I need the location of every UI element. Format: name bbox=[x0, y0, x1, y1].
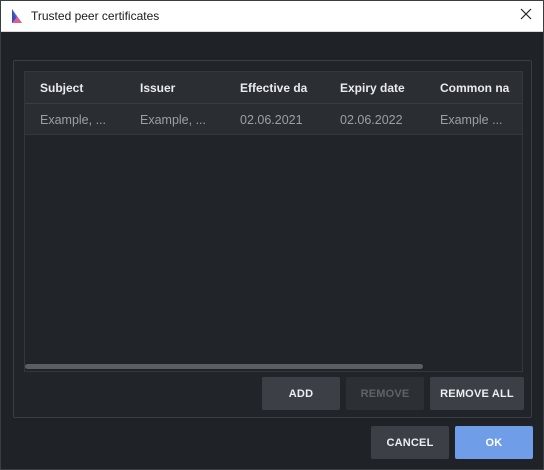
add-button[interactable]: ADD bbox=[262, 377, 340, 410]
horizontal-scrollbar[interactable] bbox=[25, 364, 522, 370]
table-header: Subject Issuer Effective da Expiry date … bbox=[25, 72, 522, 104]
ok-button[interactable]: OK bbox=[455, 426, 533, 459]
close-button[interactable] bbox=[513, 5, 539, 27]
close-icon bbox=[520, 7, 532, 25]
certificates-panel: Subject Issuer Effective da Expiry date … bbox=[13, 60, 532, 418]
cell-common-name: Example ... bbox=[440, 113, 503, 127]
column-header-common-name[interactable]: Common na bbox=[440, 81, 522, 95]
column-header-effective-date[interactable]: Effective da bbox=[240, 81, 312, 95]
scrollbar-thumb[interactable] bbox=[25, 364, 423, 369]
window-title: Trusted peer certificates bbox=[31, 9, 160, 23]
column-header-subject[interactable]: Subject bbox=[40, 81, 130, 95]
certificates-table[interactable]: Subject Issuer Effective da Expiry date … bbox=[24, 71, 523, 372]
cell-effective-date: 02.06.2021 bbox=[240, 113, 303, 127]
remove-all-button[interactable]: REMOVE ALL bbox=[430, 377, 524, 410]
table-row[interactable]: Example, ... Example, ... 02.06.2021 02.… bbox=[25, 104, 522, 135]
title-bar[interactable]: Trusted peer certificates bbox=[1, 1, 543, 32]
column-header-issuer[interactable]: Issuer bbox=[140, 81, 230, 95]
cell-expiry-date: 02.06.2022 bbox=[340, 113, 403, 127]
column-header-expiry-date[interactable]: Expiry date bbox=[340, 81, 425, 95]
app-logo-icon bbox=[10, 8, 24, 24]
cancel-button[interactable]: CANCEL bbox=[371, 426, 449, 459]
dialog-window: Trusted peer certificates Subject Issuer… bbox=[0, 0, 544, 470]
remove-button[interactable]: REMOVE bbox=[346, 377, 424, 410]
cell-issuer: Example, ... bbox=[140, 113, 206, 127]
cell-subject: Example, ... bbox=[40, 113, 106, 127]
